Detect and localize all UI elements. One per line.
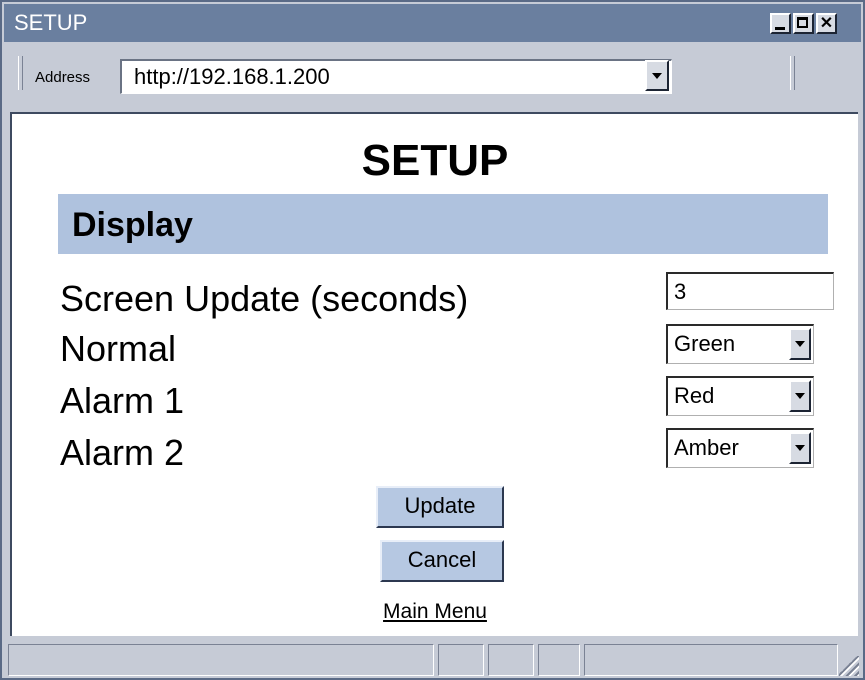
status-cell (488, 644, 534, 676)
status-text-cell (8, 644, 434, 676)
address-field[interactable]: http://192.168.1.200 (120, 59, 672, 94)
main-menu-link: Main Menu (12, 600, 858, 624)
alarm2-color-value: Amber (674, 435, 739, 460)
status-zone-cell (584, 644, 838, 676)
update-button[interactable]: Update (376, 486, 504, 528)
screen-update-input[interactable] (666, 272, 834, 310)
select-dropdown-button[interactable] (789, 432, 811, 464)
alarm1-color-select[interactable]: Red (666, 376, 814, 416)
status-bar (4, 638, 861, 678)
address-label: Address (35, 69, 91, 86)
alarm2-color-select[interactable]: Amber (666, 428, 814, 468)
window-title: SETUP (14, 10, 88, 35)
section-title: Display (72, 206, 193, 244)
normal-label: Normal (60, 328, 177, 369)
screen-update-label: Screen Update (seconds) (60, 278, 469, 319)
cancel-button[interactable]: Cancel (380, 540, 504, 582)
toolbar-grip-right[interactable] (790, 56, 795, 90)
close-button[interactable]: ✕ (816, 13, 837, 34)
address-toolbar: Address http://192.168.1.200 (4, 44, 861, 104)
minimize-button[interactable] (770, 13, 791, 34)
page-title: SETUP (361, 136, 509, 185)
alarm2-label: Alarm 2 (60, 432, 185, 473)
minimize-icon (775, 27, 785, 30)
dropdown-arrow-icon (795, 341, 805, 347)
maximize-icon (797, 17, 808, 28)
section-header: Display (58, 194, 828, 254)
status-cell (438, 644, 484, 676)
page-content: SETUP Display Screen Update (seconds) No… (10, 112, 858, 636)
select-dropdown-button[interactable] (789, 328, 811, 360)
status-cell (538, 644, 580, 676)
title-bar[interactable]: SETUP ✕ (4, 4, 861, 42)
dropdown-arrow-icon (795, 393, 805, 399)
dropdown-arrow-icon (652, 73, 662, 79)
alarm1-color-value: Red (674, 383, 715, 408)
normal-color-select[interactable]: Green (666, 324, 814, 364)
resize-grip-icon[interactable] (839, 656, 859, 676)
alarm1-label: Alarm 1 (60, 380, 185, 421)
maximize-button[interactable] (793, 13, 814, 34)
close-icon: ✕ (819, 15, 834, 32)
browser-window: SETUP ✕ Address http://192.168.1.200 SET… (0, 0, 865, 680)
address-dropdown-button[interactable] (645, 60, 669, 91)
normal-color-value: Green (674, 331, 736, 356)
select-dropdown-button[interactable] (789, 380, 811, 412)
address-url: http://192.168.1.200 (134, 64, 330, 89)
main-menu-link-text[interactable]: Main Menu (383, 600, 487, 623)
toolbar-grip[interactable] (18, 56, 23, 90)
dropdown-arrow-icon (795, 445, 805, 451)
